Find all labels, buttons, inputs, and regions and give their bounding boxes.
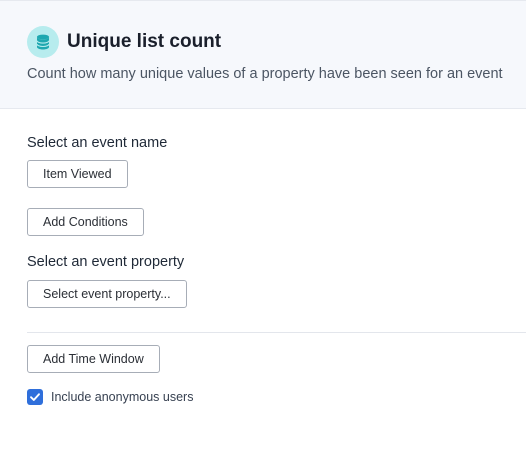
section-divider (27, 332, 526, 333)
event-name-select[interactable]: Item Viewed (27, 160, 128, 188)
include-anonymous-checkbox[interactable] (27, 389, 43, 405)
page-title: Unique list count (67, 31, 222, 52)
page-subtitle: Count how many unique values of a proper… (27, 66, 503, 82)
event-property-label: Select an event property (27, 254, 185, 270)
panel-header: Unique list count Count how many unique … (0, 0, 526, 109)
event-property-select[interactable]: Select event property... (27, 280, 187, 308)
check-icon (30, 393, 40, 401)
add-time-window-button[interactable]: Add Time Window (27, 345, 160, 373)
include-anonymous-label[interactable]: Include anonymous users (51, 390, 193, 405)
event-name-label: Select an event name (27, 135, 168, 151)
database-icon (27, 26, 59, 58)
add-conditions-button[interactable]: Add Conditions (27, 208, 144, 236)
